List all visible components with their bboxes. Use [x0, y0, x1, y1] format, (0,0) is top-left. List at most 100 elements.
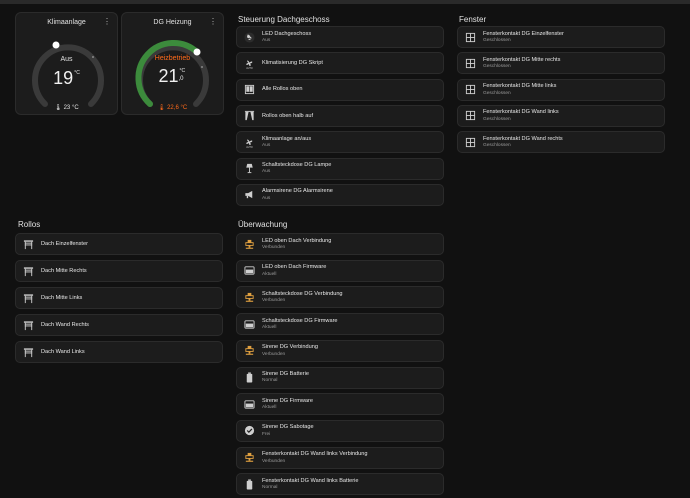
rollos-row[interactable]: Dach Einzelfenster: [15, 233, 223, 255]
row-state: Verbunden: [262, 298, 286, 304]
shutter-icon[interactable]: [22, 319, 34, 331]
row-name: Klimaanlage an/aus: [262, 135, 312, 142]
fenster-row[interactable]: Fensterkontakt DG Mitte rechts Geschlosse…: [457, 52, 665, 75]
fan-auto-icon[interactable]: AUTO: [243, 136, 255, 148]
window-closed-icon[interactable]: [464, 136, 476, 148]
row-text: Dach Wand Links: [41, 349, 85, 355]
steuerung-row[interactable]: Rollos oben halb auf: [236, 104, 444, 127]
row-text: Fensterkontakt DG Wand rechts Geschlossen: [483, 136, 563, 149]
row-name: Dach Wand Links: [41, 348, 85, 355]
thermostat-card-klimaanlage[interactable]: Klimaanlage ⋮ Aus 19°C 🌡 23 °C: [15, 12, 118, 115]
ueberwachung-row[interactable]: Schaltsteckdose DG Firmware Aktuell: [236, 313, 444, 336]
row-state: Frei: [262, 431, 271, 437]
row-state: Geschlossen: [483, 143, 511, 149]
connection-icon[interactable]: [243, 238, 255, 250]
more-menu-icon[interactable]: ⋮: [103, 18, 111, 26]
steuerung-row[interactable]: LED Dachgeschoss Aus: [236, 26, 444, 48]
target-temperature: 19°C: [53, 68, 80, 88]
ueberwachung-row[interactable]: LED oben Dach Verbindung Verbunden: [236, 233, 444, 255]
row-name: LED Dachgeschoss: [262, 30, 312, 37]
ueberwachung-row[interactable]: Sirene DG Firmware Aktuell: [236, 393, 444, 416]
steuerung-row[interactable]: Alarmsirene DG Alarmsirene Aus: [236, 183, 444, 206]
row-text: LED Dachgeschoss Aus: [262, 31, 311, 44]
row-name: Sirene DG Verbindung: [262, 344, 318, 351]
row-state: Normal: [262, 378, 278, 384]
firmware-icon[interactable]: [243, 398, 255, 410]
row-state: Verbunden: [262, 351, 286, 357]
battery-icon[interactable]: [243, 478, 255, 490]
row-text: Fensterkontakt DG Wand links Batterie Nor…: [262, 478, 358, 491]
rollos-row[interactable]: Dach Wand Links: [15, 341, 223, 363]
row-name: Schaltsteckdose DG Firmware: [262, 317, 338, 324]
fenster-row[interactable]: Fensterkontakt DG Wand rechts Geschlossen: [457, 131, 665, 154]
row-name: Klimatisierung DG Skript: [262, 60, 323, 67]
thermostat-card-dg-heizung[interactable]: DG Heizung ⋮ Heizbetrieb 21 °C ,0 🌡 22,6 °…: [121, 12, 224, 115]
steuerung-row[interactable]: Alle Rollos oben: [236, 78, 444, 101]
row-name: Fensterkontakt DG Wand links: [483, 109, 559, 116]
row-state: Aus: [262, 143, 271, 149]
row-name: Dach Einzelfenster: [41, 240, 88, 247]
ueberwachung-row[interactable]: Schaltsteckdose DG Verbindung Verbunden: [236, 286, 444, 309]
ueberwachung-row[interactable]: Fensterkontakt DG Wand links Batterie Nor…: [236, 473, 444, 496]
ueberwachung-row[interactable]: Sirene DG Batterie Normal: [236, 366, 444, 389]
window-closed-icon[interactable]: [464, 84, 476, 96]
ueberwachung-row[interactable]: Sirene DG Sabotage Frei: [236, 419, 444, 442]
battery-icon[interactable]: [243, 372, 255, 384]
row-text: Rollos oben halb auf: [262, 113, 313, 119]
bullhorn-icon[interactable]: [243, 189, 255, 201]
steuerung-row[interactable]: Schaltsteckdose DG Lampe Aus: [236, 157, 444, 180]
connection-icon[interactable]: [243, 452, 255, 464]
row-text: LED oben Dach Firmware Aktuell: [262, 264, 326, 277]
row-text: Dach Mitte Links: [41, 295, 82, 301]
row-name: Fensterkontakt DG Wand links Verbindung: [262, 451, 368, 458]
row-name: Dach Wand Rechts: [41, 321, 89, 328]
window-closed-icon[interactable]: [464, 57, 476, 69]
row-text: Fensterkontakt DG Wand links Geschlossen: [483, 109, 559, 122]
steuerung-row[interactable]: AUTO Klimatisierung DG Skript: [236, 52, 444, 75]
ueberwachung-row[interactable]: LED oben Dach Firmware Aktuell: [236, 259, 444, 282]
shutter-icon[interactable]: [22, 292, 34, 304]
rollos-row[interactable]: Dach Mitte Links: [15, 287, 223, 309]
row-name: Alarmsirene DG Alarmsirene: [262, 188, 333, 195]
fenster-row[interactable]: Fensterkontakt DG Wand links Geschlossen: [457, 104, 665, 127]
window-closed-icon[interactable]: [464, 31, 476, 43]
fenster-row[interactable]: Fensterkontakt DG Einzelfenster Geschloss…: [457, 26, 665, 48]
row-text: Dach Mitte Rechts: [41, 268, 87, 274]
thermostat-title: DG Heizung: [153, 19, 192, 26]
row-name: Fensterkontakt DG Mitte links: [483, 83, 557, 90]
row-state: Verbunden: [262, 458, 286, 464]
row-state: Geschlossen: [483, 116, 511, 122]
window-closed-icon[interactable]: [464, 110, 476, 122]
connection-icon[interactable]: [243, 345, 255, 357]
row-text: Fensterkontakt DG Einzelfenster Geschloss…: [483, 31, 564, 44]
fan-auto-icon[interactable]: AUTO: [243, 57, 255, 69]
rollos-row[interactable]: Dach Mitte Rechts: [15, 260, 223, 282]
row-name: Fensterkontakt DG Wand rechts: [483, 135, 563, 142]
section-title-rollos: Rollos: [18, 220, 41, 229]
shutter-icon[interactable]: [22, 265, 34, 277]
row-text: Alle Rollos oben: [262, 86, 302, 92]
connection-icon[interactable]: [243, 291, 255, 303]
shutter-icon[interactable]: [22, 346, 34, 358]
ueberwachung-row[interactable]: Fensterkontakt DG Wand links Verbindung V…: [236, 446, 444, 469]
row-name: LED oben Dach Verbindung: [262, 237, 332, 244]
dial-handle[interactable]: [52, 41, 60, 49]
rollos-row[interactable]: Dach Wand Rechts: [15, 314, 223, 336]
row-text: Sirene DG Firmware Aktuell: [262, 398, 313, 411]
curtains-icon[interactable]: [243, 110, 255, 122]
row-name: Sirene DG Firmware: [262, 397, 313, 404]
lightbulb-icon[interactable]: [243, 31, 255, 43]
hvac-mode: Heizbetrieb: [154, 55, 191, 62]
more-menu-icon[interactable]: ⋮: [209, 18, 217, 26]
fenster-row[interactable]: Fensterkontakt DG Mitte links Geschlossen: [457, 78, 665, 101]
check-circle-icon[interactable]: [243, 425, 255, 437]
row-state: Aktuell: [262, 271, 277, 277]
firmware-icon[interactable]: [243, 265, 255, 277]
firmware-icon[interactable]: [243, 318, 255, 330]
ueberwachung-row[interactable]: Sirene DG Verbindung Verbunden: [236, 339, 444, 362]
shutter-icon[interactable]: [22, 238, 34, 250]
window-shutter-icon[interactable]: [243, 84, 255, 96]
steuerung-row[interactable]: AUTO Klimaanlage an/aus Aus: [236, 131, 444, 154]
floor-lamp-icon[interactable]: [243, 163, 255, 175]
row-state: Aus: [262, 37, 271, 43]
